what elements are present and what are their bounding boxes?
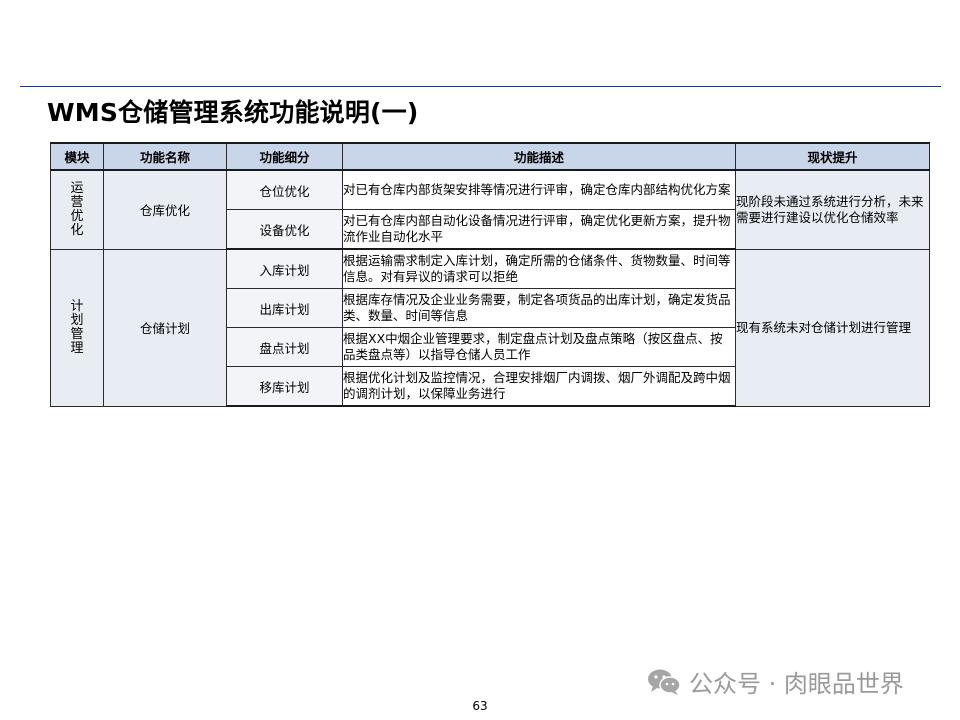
status-cell: 现有系统未对仓储计划进行管理 bbox=[735, 248, 930, 407]
function-detail-cell: 入库计划 bbox=[226, 248, 343, 289]
module-label: 计划管理 bbox=[70, 298, 84, 356]
function-description-cell: 根据XX中烟企业管理要求，制定盘点计划及盘点策略（按区盘点、按品类盘点等）以指导… bbox=[342, 327, 736, 367]
function-description-cell: 根据优化计划及监控情况，合理安排烟厂内调拨、烟厂外调配及跨中烟的调剂计划，以保障… bbox=[342, 366, 736, 407]
function-detail-cell: 移库计划 bbox=[226, 366, 343, 407]
function-detail-cell: 设备优化 bbox=[226, 209, 343, 250]
watermark-text: 公众号 · 肉眼品世界 bbox=[689, 670, 904, 698]
module-label: 运营优化 bbox=[70, 180, 84, 238]
page-number: 63 bbox=[472, 699, 488, 713]
module-cell: 运营优化 bbox=[50, 169, 104, 250]
function-detail-cell: 出库计划 bbox=[226, 288, 343, 328]
wechat-icon bbox=[648, 669, 681, 695]
module-cell: 计划管理 bbox=[50, 248, 104, 407]
status-cell: 现阶段未通过系统进行分析，未来需要进行建设以优化仓储效率 bbox=[735, 169, 930, 250]
function-description-cell: 根据运输需求制定入库计划，确定所需的仓储条件、货物数量、时间等信息。对有异议的请… bbox=[342, 248, 736, 289]
table-header-row: 模块 功能名称 功能细分 功能描述 现状提升 bbox=[50, 142, 930, 171]
header-status-improvement: 现状提升 bbox=[735, 142, 930, 171]
header-module: 模块 bbox=[50, 142, 104, 171]
function-description-cell: 根据库存情况及企业业务需要，制定各项货品的出库计划，确定发货品类、数量、时间等信… bbox=[342, 288, 736, 328]
slide-page: WMS仓储管理系统功能说明(一) 模块 功能名称 功能细分 功能描述 现状提升 … bbox=[0, 0, 960, 720]
watermark: 公众号 · 肉眼品世界 bbox=[647, 664, 904, 699]
header-function-detail: 功能细分 bbox=[226, 142, 343, 171]
function-name-cell: 仓库优化 bbox=[103, 169, 227, 250]
top-divider bbox=[20, 86, 941, 87]
table-row: 计划管理 仓储计划 入库计划 根据运输需求制定入库计划，确定所需的仓储条件、货物… bbox=[50, 248, 930, 407]
function-table: 模块 功能名称 功能细分 功能描述 现状提升 运营优化 仓库优化 仓位优化 对已… bbox=[50, 142, 930, 407]
function-name-cell: 仓储计划 bbox=[103, 248, 227, 407]
header-function-name: 功能名称 bbox=[103, 142, 227, 171]
function-description-cell: 对已有仓库内部自动化设备情况进行评审，确定优化更新方案，提升物流作业自动化水平 bbox=[342, 209, 736, 250]
function-description-cell: 对已有仓库内部货架安排等情况进行评审，确定仓库内部结构优化方案 bbox=[342, 169, 736, 210]
table-row: 运营优化 仓库优化 仓位优化 对已有仓库内部货架安排等情况进行评审，确定仓库内部… bbox=[50, 169, 930, 250]
header-function-description: 功能描述 bbox=[342, 142, 736, 171]
page-title: WMS仓储管理系统功能说明(一) bbox=[47, 98, 419, 127]
function-detail-cell: 仓位优化 bbox=[226, 169, 343, 210]
function-detail-cell: 盘点计划 bbox=[226, 327, 343, 367]
